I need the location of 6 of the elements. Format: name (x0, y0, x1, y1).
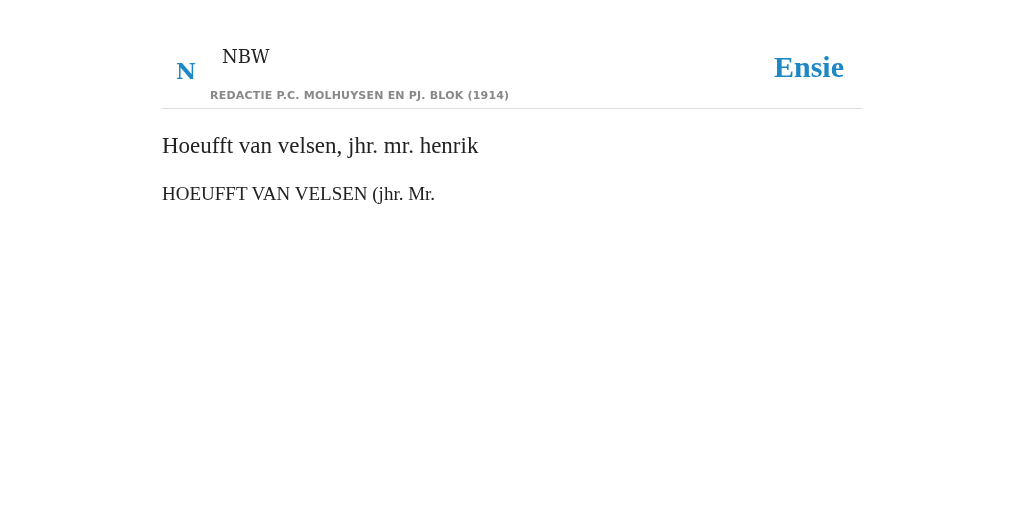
site-logo[interactable]: Ensie (773, 50, 844, 84)
article-title: Hoeufft van velsen, jhr. mr. henrik (162, 133, 480, 159)
source-letter: N (176, 58, 198, 84)
source-subtitle: REDACTIE P.C. MOLHUYSEN EN PJ. BLOK (1914) (210, 89, 510, 102)
source-name: NBW (222, 46, 271, 67)
article-text: HOEUFFT VAN VELSEN (jhr. Mr. (162, 183, 437, 205)
